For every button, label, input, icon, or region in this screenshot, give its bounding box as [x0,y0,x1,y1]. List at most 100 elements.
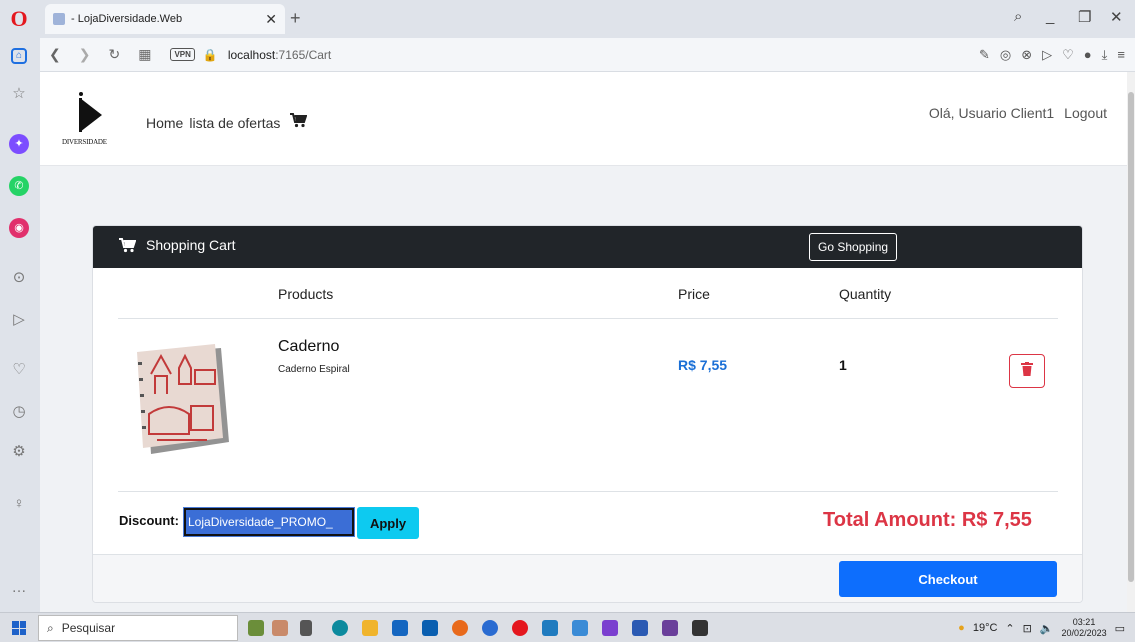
cart-icon[interactable] [290,113,308,132]
network-icon[interactable]: ⊡ [1023,622,1032,635]
app-icon[interactable] [572,620,588,636]
star-icon[interactable]: ☆ [9,84,29,104]
shopping-cart-card: Shopping Cart Go Shopping Products Price… [92,225,1083,603]
messenger-icon[interactable]: ✦ [9,134,29,154]
product-name: Caderno [278,338,340,355]
url-field[interactable]: localhost:7165/Cart [228,48,331,62]
logo-triangle-icon [80,98,102,132]
taskbar: ⌕ Pesquisar ● 19°C ⌃ ⊡ 🔈 03:21 20/02/202… [0,612,1135,642]
browser-tab[interactable]: - LojaDiversidade.Web ✕ [45,4,285,34]
home-icon[interactable]: ⌂ [11,48,27,64]
visual-studio-icon[interactable] [602,620,618,636]
chrome-icon[interactable] [482,620,498,636]
task-view-icon[interactable] [300,620,312,636]
weather-widget-icon[interactable] [272,620,288,636]
speed-dial-icon[interactable]: ▦ [138,46,151,63]
news-widget-icon[interactable] [248,620,264,636]
tips-icon[interactable]: ♀ [9,494,29,514]
block-icon[interactable]: ⊗ [1021,47,1032,63]
apply-discount-button[interactable]: Apply [357,507,419,539]
user-greeting[interactable]: Olá, Usuario Client1 [929,105,1054,121]
delete-item-button[interactable] [1009,354,1045,388]
mail-icon[interactable] [422,620,438,636]
product-quantity: 1 [839,357,847,373]
camera-icon[interactable]: ◎ [1000,47,1011,63]
site-navbar: DIVERSIDADE Home lista de ofertas Olá, U… [40,72,1127,166]
new-tab-icon[interactable]: + [290,8,301,29]
minimize-icon[interactable]: _ [1046,8,1054,25]
instagram-icon[interactable]: ◉ [9,218,29,238]
word-icon[interactable] [632,620,648,636]
lock-icon[interactable]: 🔒 [203,48,218,62]
profile-icon[interactable]: ● [1084,47,1092,63]
system-tray: ● 19°C ⌃ ⊡ 🔈 03:21 20/02/2023 ▭ [958,617,1125,639]
col-products: Products [278,286,334,302]
page-scrollbar-thumb[interactable] [1128,92,1134,582]
maximize-icon[interactable]: ❐ [1078,8,1091,26]
cart-title: Shopping Cart [119,237,236,253]
notifications-icon[interactable]: ▭ [1115,622,1125,635]
vpn-badge[interactable]: VPN [170,48,195,61]
settings-icon[interactable]: ⚙ [9,442,29,462]
firefox-icon[interactable] [452,620,468,636]
logo-dot [79,92,83,96]
send-icon[interactable]: ▷ [1042,47,1052,63]
opera-taskbar-icon[interactable] [512,620,528,636]
col-price: Price [678,286,710,302]
product-description: Caderno Espiral [278,364,350,375]
site-logo[interactable]: DIVERSIDADE [60,92,120,152]
forward-icon[interactable]: ❯ [79,46,91,63]
reload-icon[interactable]: ↻ [108,46,120,63]
weather-icon[interactable]: ● [958,622,965,634]
weather-temp[interactable]: 19°C [973,622,998,634]
logout-link[interactable]: Logout [1064,105,1107,121]
photos-icon[interactable] [542,620,558,636]
cart-header-icon [119,237,136,252]
flow-icon[interactable]: ▷ [9,310,29,330]
screen: O - LojaDiversidade.Web ✕ + ⌕ _ ❐ ✕ ❮ ❯ … [0,0,1135,642]
search-placeholder: Pesquisar [61,621,116,635]
taskbar-search[interactable]: ⌕ Pesquisar [38,615,238,641]
url-host: localhost [227,47,276,62]
close-window-icon[interactable]: ✕ [1110,8,1123,26]
clock-date: 20/02/2023 [1061,628,1107,638]
edge-icon[interactable] [332,620,348,636]
whatsapp-icon[interactable]: ✆ [9,176,29,196]
nav-home-link[interactable]: Home [146,115,183,131]
back-icon[interactable]: ❮ [49,46,61,63]
windows-start-icon[interactable] [12,621,26,635]
file-explorer-icon[interactable] [362,620,378,636]
menu-icon[interactable]: ≡ [1117,47,1125,63]
address-bar: ❮ ❯ ↻ ▦ VPN 🔒 localhost:7165/Cart ✎ ◎ ⊗ … [40,38,1135,72]
web-page: DIVERSIDADE Home lista de ofertas Olá, U… [40,72,1135,612]
opera-logo-icon[interactable]: O [8,6,30,32]
go-shopping-button[interactable]: Go Shopping [809,233,898,261]
items-divider [118,491,1058,492]
total-amount: Total Amount: R$ 7,55 [823,509,1032,531]
heart-icon[interactable]: ♡ [1062,47,1074,63]
volume-icon[interactable]: 🔈 [1040,622,1054,635]
checkout-button[interactable]: Checkout [839,561,1057,597]
notebook-image [137,344,229,454]
history-icon[interactable]: ◷ [9,402,29,422]
user-area: Olá, Usuario Client1 Logout [929,105,1107,121]
nav-offers-link[interactable]: lista de ofertas [189,115,280,131]
download-icon[interactable]: ⤓ [1102,47,1108,63]
edit-icon[interactable]: ✎ [979,47,990,63]
url-path: :7165/Cart [275,47,332,62]
clock[interactable]: 03:21 20/02/2023 [1062,617,1107,639]
discount-label: Discount: [119,513,179,528]
cart-header: Shopping Cart Go Shopping [93,226,1082,268]
favorites-icon[interactable]: ♡ [9,360,29,380]
paint-icon[interactable] [692,620,708,636]
trash-icon [1021,362,1033,376]
player-icon[interactable]: ⊙ [9,268,29,288]
more-icon[interactable]: … [9,578,29,598]
search-tabs-icon[interactable]: ⌕ [1014,8,1022,25]
discount-code-input[interactable] [183,507,355,537]
header-divider [118,318,1058,319]
store-icon[interactable] [392,620,408,636]
terminal-icon[interactable] [662,620,678,636]
tray-expand-icon[interactable]: ⌃ [1005,622,1014,635]
tab-close-icon[interactable]: ✕ [265,11,277,28]
